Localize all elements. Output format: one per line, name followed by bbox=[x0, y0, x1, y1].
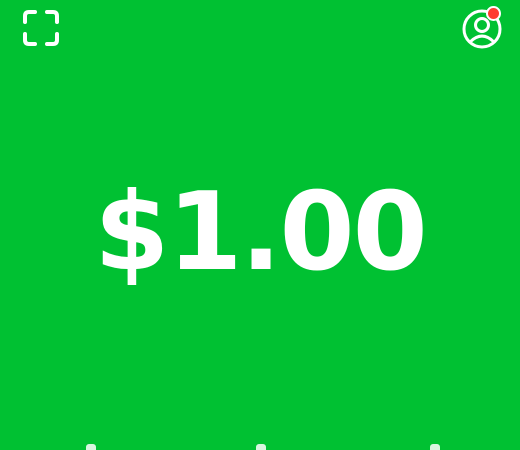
notification-badge bbox=[486, 6, 501, 21]
amount-display: $1.00 bbox=[0, 168, 520, 298]
amount-text: $1.00 bbox=[94, 170, 428, 295]
qr-scanner-icon bbox=[23, 10, 59, 46]
keypad-key-partial[interactable] bbox=[86, 444, 96, 450]
payment-screen: $1.00 bbox=[0, 0, 520, 450]
scan-button[interactable] bbox=[22, 9, 60, 47]
keypad-key-partial[interactable] bbox=[256, 444, 266, 450]
keypad-partial bbox=[0, 436, 520, 450]
keypad-key-partial[interactable] bbox=[430, 444, 440, 450]
profile-button[interactable] bbox=[460, 6, 504, 50]
